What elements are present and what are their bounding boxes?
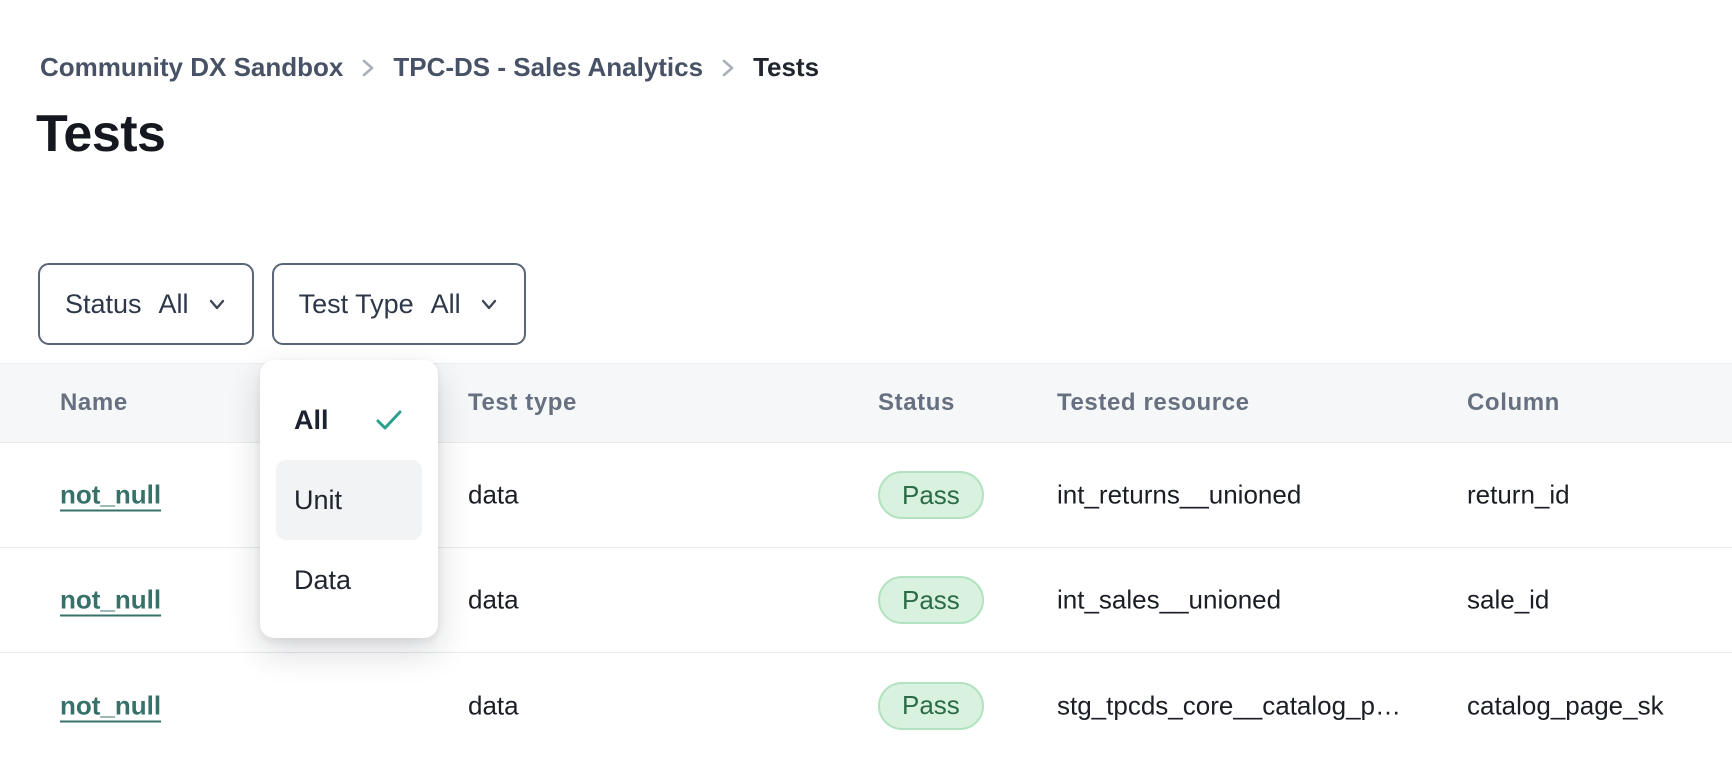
test-type-cell: data bbox=[468, 480, 519, 511]
test-name-link[interactable]: not_null bbox=[60, 690, 161, 720]
test-name-cell: not_null bbox=[60, 690, 161, 721]
table-row: not_null data Pass stg_tpcds_core__catal… bbox=[0, 653, 1732, 758]
chevron-down-icon bbox=[478, 293, 500, 315]
column-header-name: Name bbox=[60, 364, 128, 442]
test-name-cell: not_null bbox=[60, 585, 161, 616]
tested-resource-cell: int_sales__unioned bbox=[1057, 585, 1281, 616]
test-type-cell: data bbox=[468, 690, 519, 721]
test-name-link[interactable]: not_null bbox=[60, 480, 161, 510]
test-name-cell: not_null bbox=[60, 480, 161, 511]
chevron-right-icon bbox=[359, 55, 377, 81]
status-cell: Pass bbox=[878, 471, 984, 519]
page-title: Tests bbox=[36, 104, 165, 164]
dropdown-option-label: Data bbox=[294, 565, 351, 596]
status-filter-value: All bbox=[159, 289, 189, 320]
column-cell: catalog_page_sk bbox=[1467, 690, 1664, 721]
test-type-dropdown-menu: All Unit Data bbox=[260, 360, 438, 638]
test-type-cell: data bbox=[468, 585, 519, 616]
test-type-filter-button[interactable]: Test Type All bbox=[272, 263, 526, 345]
column-cell: sale_id bbox=[1467, 585, 1549, 616]
column-header-status: Status bbox=[878, 364, 955, 442]
column-header-test-type: Test type bbox=[468, 364, 577, 442]
status-badge: Pass bbox=[878, 682, 984, 730]
dropdown-option-label: Unit bbox=[294, 485, 342, 516]
breadcrumb-item-current: Tests bbox=[753, 52, 819, 83]
column-header-tested-resource: Tested resource bbox=[1057, 364, 1250, 442]
dropdown-option-label: All bbox=[294, 405, 329, 436]
status-cell: Pass bbox=[878, 576, 984, 624]
dropdown-option-unit[interactable]: Unit bbox=[276, 460, 422, 540]
test-type-filter-label: Test Type bbox=[299, 289, 414, 320]
column-header-column: Column bbox=[1467, 364, 1560, 442]
column-cell: return_id bbox=[1467, 480, 1570, 511]
chevron-right-icon bbox=[719, 55, 737, 81]
filter-bar: Status All Test Type All bbox=[38, 263, 526, 345]
test-type-filter-value: All bbox=[431, 289, 461, 320]
test-name-link[interactable]: not_null bbox=[60, 585, 161, 615]
breadcrumb-item-project[interactable]: TPC-DS - Sales Analytics bbox=[393, 52, 703, 83]
status-badge: Pass bbox=[878, 471, 984, 519]
status-badge: Pass bbox=[878, 576, 984, 624]
status-cell: Pass bbox=[878, 682, 984, 730]
breadcrumb-item-account[interactable]: Community DX Sandbox bbox=[40, 52, 343, 83]
status-filter-button[interactable]: Status All bbox=[38, 263, 254, 345]
breadcrumb: Community DX Sandbox TPC-DS - Sales Anal… bbox=[40, 52, 819, 83]
status-filter-label: Status bbox=[65, 289, 142, 320]
dropdown-option-data[interactable]: Data bbox=[276, 540, 422, 620]
tested-resource-cell: stg_tpcds_core__catalog_p… bbox=[1057, 690, 1401, 721]
check-icon bbox=[374, 407, 404, 433]
chevron-down-icon bbox=[206, 293, 228, 315]
tested-resource-cell: int_returns__unioned bbox=[1057, 480, 1301, 511]
dropdown-option-all[interactable]: All bbox=[276, 380, 422, 460]
